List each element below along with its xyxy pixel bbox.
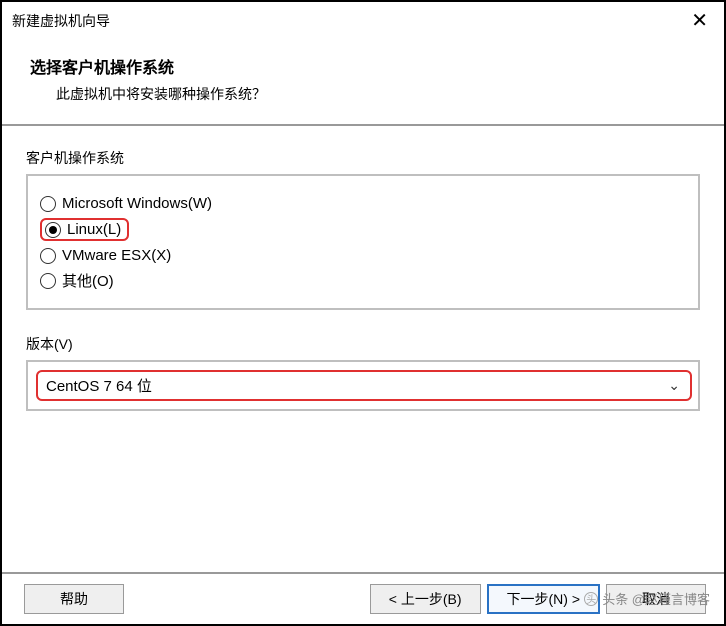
- version-label: 版本(V): [26, 334, 700, 354]
- titlebar: 新建虚拟机向导 ✕: [2, 2, 724, 40]
- radio-icon: [40, 248, 56, 264]
- radio-windows[interactable]: Microsoft Windows(W): [40, 194, 686, 213]
- radio-label-other: 其他(O): [62, 270, 114, 291]
- radio-other[interactable]: 其他(O): [40, 269, 686, 292]
- header-section: 选择客户机操作系统 此虚拟机中将安装哪种操作系统？: [2, 40, 724, 126]
- dialog-title: 新建虚拟机向导: [12, 11, 110, 31]
- chevron-down-icon: ⌄: [668, 377, 688, 394]
- nav-button-group: < 上一步(B) 下一步(N) > 取消: [370, 584, 706, 614]
- back-button[interactable]: < 上一步(B): [370, 584, 481, 614]
- radio-icon: [40, 273, 56, 289]
- radio-label-windows: Microsoft Windows(W): [62, 195, 212, 212]
- radio-label-vmware: VMware ESX(X): [62, 247, 171, 264]
- next-button[interactable]: 下一步(N) >: [487, 584, 601, 614]
- version-selected-text: CentOS 7 64 位: [40, 375, 152, 396]
- help-button[interactable]: 帮助: [24, 584, 124, 614]
- version-select-wrap: CentOS 7 64 位 ⌄: [26, 360, 700, 411]
- radio-vmware[interactable]: VMware ESX(X): [40, 246, 686, 265]
- radio-label-linux: Linux(L): [67, 221, 121, 238]
- radio-linux[interactable]: Linux(L): [40, 217, 686, 242]
- radio-icon: [40, 196, 56, 212]
- wizard-dialog: 新建虚拟机向导 ✕ 选择客户机操作系统 此虚拟机中将安装哪种操作系统？ 客户机操…: [0, 0, 726, 626]
- cancel-button[interactable]: 取消: [606, 584, 706, 614]
- page-subtitle: 此虚拟机中将安装哪种操作系统？: [30, 84, 696, 104]
- highlight-linux: Linux(L): [40, 218, 129, 241]
- os-radio-group: Microsoft Windows(W) Linux(L) VMware ESX…: [26, 174, 700, 310]
- radio-icon: [45, 222, 61, 238]
- dialog-footer: 帮助 < 上一步(B) 下一步(N) > 取消: [2, 572, 724, 624]
- dialog-body: 客户机操作系统 Microsoft Windows(W) Linux(L) VM…: [2, 126, 724, 572]
- os-group-label: 客户机操作系统: [26, 148, 700, 168]
- version-section: 版本(V) CentOS 7 64 位 ⌄: [26, 334, 700, 411]
- version-select[interactable]: CentOS 7 64 位 ⌄: [36, 370, 692, 401]
- close-icon[interactable]: ✕: [685, 8, 714, 33]
- page-title: 选择客户机操作系统: [30, 54, 696, 78]
